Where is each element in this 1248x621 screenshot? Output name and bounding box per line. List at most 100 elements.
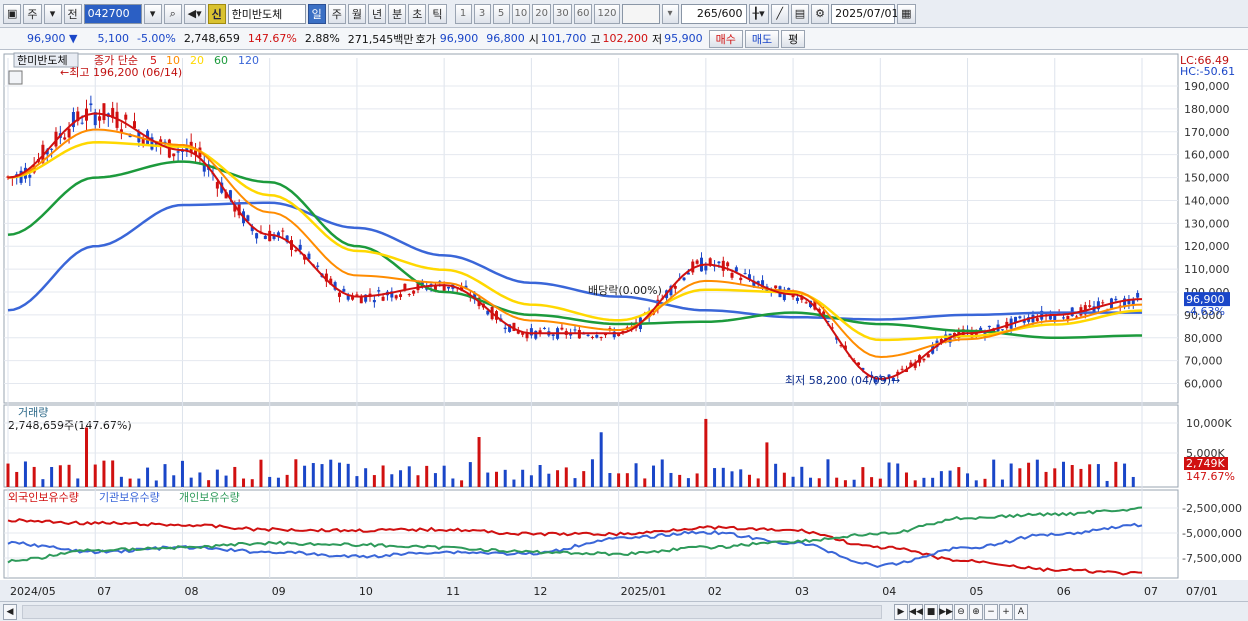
calendar-icon[interactable]: ▦ [897,3,916,24]
interval-button-3[interactable]: 3 [473,3,491,24]
prev-icon[interactable]: ◀◀ [909,603,923,620]
prev-button[interactable]: 전 [63,3,82,24]
volume-bar [1070,465,1074,487]
volume-bar [730,471,734,487]
volume-bar [599,432,603,487]
volume-bar [189,477,193,487]
volume-bar [425,465,429,487]
volume-title: 거래량 [18,406,48,419]
gear-icon[interactable]: ⚙ [811,3,830,24]
x-right-label: 07/01 [1186,585,1218,598]
period-button-2[interactable]: 월 [347,3,367,24]
volume-bar [1027,462,1031,487]
panel-frame-0 [3,53,1179,404]
interval-button-10[interactable]: 10 [511,3,531,24]
candle-body [412,290,416,294]
high-annotation: ←최고 196,200 (06/14) [60,66,182,79]
interval-button-20[interactable]: 20 [532,3,551,24]
candle-body [560,327,564,330]
stock-name-field[interactable]: 한미반도체 [227,3,306,24]
volume-bar [242,478,246,487]
volume-bar [765,442,769,487]
stock-chart[interactable]: 2024/05 07 08 09 10 11 12 2025/01 02 03 04 05 06 07 07… [0,50,1248,601]
code-dropdown-icon[interactable]: ▾ [143,3,162,24]
stop-icon[interactable]: ■ [924,603,938,620]
candle-body [89,103,93,106]
search-icon[interactable]: ⌕ [163,3,182,24]
volume-bar [311,463,315,487]
scroll-track[interactable] [22,604,882,619]
custom-interval-dropdown-icon[interactable]: ▾ [661,3,679,24]
volume-bar [198,472,202,487]
interval-button-60[interactable]: 60 [573,3,593,24]
period-unit-dropdown[interactable]: ▾ [43,3,62,24]
candle-body [28,175,32,178]
period-button-3[interactable]: 년 [368,3,387,24]
plus-icon[interactable]: + [999,603,1013,620]
custom-interval-input[interactable] [621,3,660,24]
minus-icon[interactable]: − [984,603,998,620]
candle-body [67,128,71,138]
candle-type-icon[interactable]: ╂▾ [748,3,769,24]
buy-button[interactable]: 매수 [708,29,743,48]
interval-button-120[interactable]: 120 [594,3,620,24]
zoom-in-icon[interactable]: ⊕ [969,603,983,620]
window-menu-icon[interactable]: ▣ [3,3,22,24]
next-icon[interactable]: ▶▶ [939,603,953,620]
holdings-legend-0: 외국인보유수량 [8,491,79,504]
candle-body [407,294,411,296]
volume-bar [913,480,917,487]
volume-bar [276,477,280,487]
volume-bar [111,460,115,487]
candle-body [255,233,259,239]
play-icon[interactable]: ▶ [894,603,908,620]
stock-code-input[interactable]: 042700 [83,3,142,24]
candle-body [721,260,725,271]
candle-body [355,294,359,296]
interval-button-5[interactable]: 5 [492,3,510,24]
candle-body [926,354,930,358]
candle-body [1018,316,1022,319]
eval-button[interactable]: 평 [781,29,806,48]
candle-body [595,335,599,338]
count-field[interactable]: 265/600 [680,3,747,24]
candle-body [730,273,734,278]
volume-bar [390,474,394,487]
volume-value-label: 2,748,659주(147.67%) [8,419,132,432]
period-button-5[interactable]: 초 [408,3,427,24]
scroll-left-icon[interactable]: ◀ [3,603,17,620]
candle-body [294,249,298,252]
x-tick-label: 12 [533,585,547,598]
volume-bar [268,476,272,487]
period-button-6[interactable]: 틱 [428,3,447,24]
save-icon[interactable]: ▤ [790,3,810,24]
hc-label: HC:-50.61 [1180,65,1235,78]
volume-bar [931,477,935,487]
speaker-icon[interactable]: ◀▾ [183,3,206,24]
date-field[interactable]: 2025/07/01 [831,3,899,24]
legend-ma-60: 60 [214,54,228,67]
volume-bar [93,464,97,487]
zoom-out-icon[interactable]: ⊖ [954,603,968,620]
interval-button-1[interactable]: 1 [454,3,472,24]
chart-area[interactable]: 2024/05 07 08 09 10 11 12 2025/01 02 03 04 05 06 07 07… [0,50,1248,601]
period-button-1[interactable]: 주 [327,3,346,24]
volume-bar [887,462,891,487]
candle-body [372,299,376,303]
candle-body [342,288,346,292]
period-unit-button[interactable]: 주 [23,3,42,24]
volume-bar [678,474,682,487]
candle-body [1136,292,1140,298]
interval-button-30[interactable]: 30 [552,3,572,24]
period-button-0[interactable]: 일 [307,3,326,24]
draw-line-icon[interactable]: ╱ [770,3,789,24]
period-button-4[interactable]: 분 [388,3,407,24]
candle-body [590,336,594,338]
volume-bar [207,480,211,487]
sell-button[interactable]: 매도 [744,29,780,48]
low-price: 95,900 [664,32,703,45]
candle-body [743,273,747,275]
volume-bar [329,459,333,487]
font-icon[interactable]: A [1014,603,1028,620]
volume-bar [809,477,813,487]
